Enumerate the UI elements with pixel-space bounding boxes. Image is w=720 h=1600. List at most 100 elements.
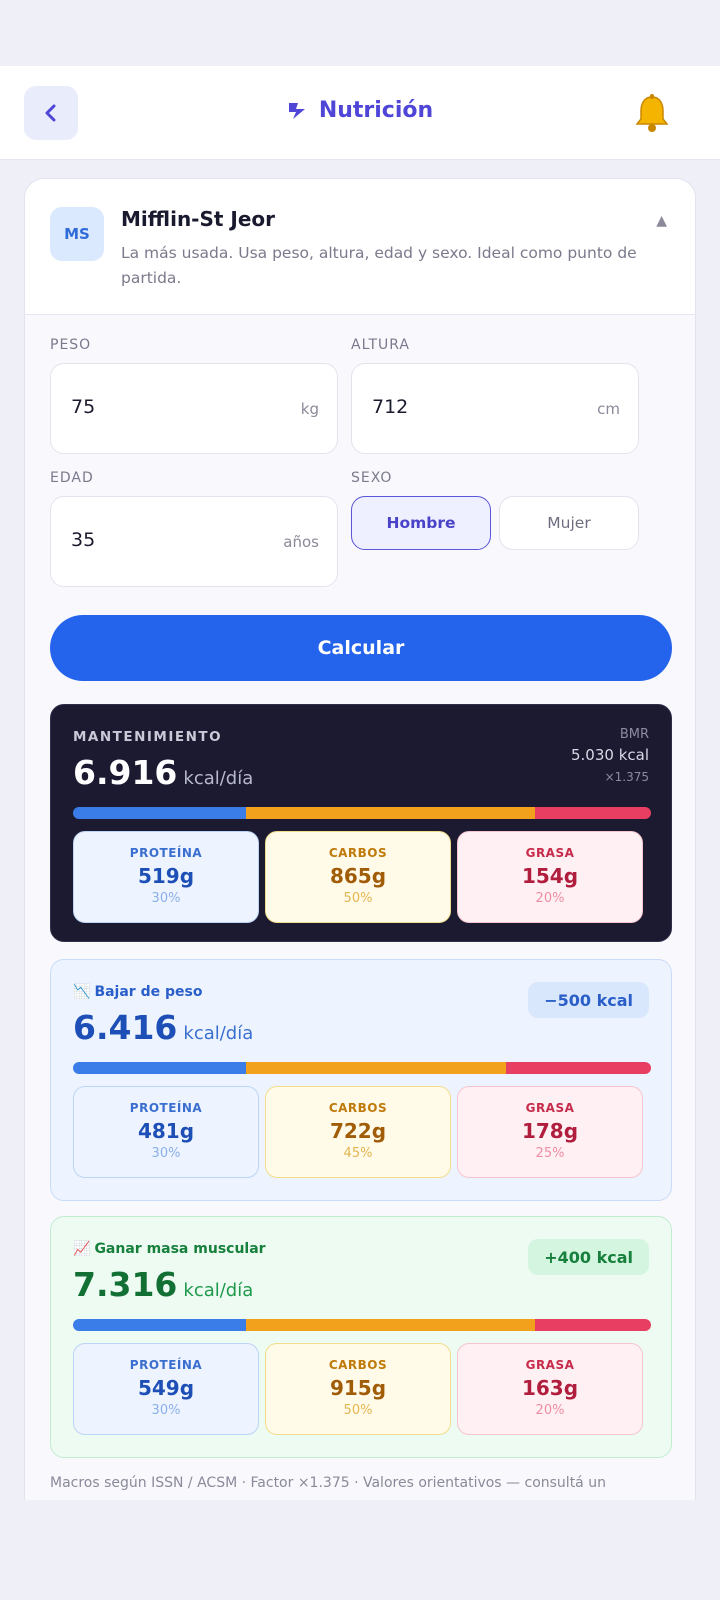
macro-card-protein: PROTEÍNA 549g 30%	[73, 1343, 259, 1435]
maintenance-kcal: 6.916 kcal/día	[73, 753, 253, 792]
macro-card-carbs: CARBOS 865g 50%	[265, 831, 451, 923]
bmr-label: BMR	[619, 727, 649, 742]
maintenance-result: MANTENIMIENTO 6.916 kcal/día BMR 5.030 kc…	[50, 704, 672, 942]
macro-percent: 30%	[151, 891, 181, 906]
bmr-info: BMR 5.030 kcal ×1.375	[571, 727, 649, 784]
lose-weight-label-text: Bajar de peso	[94, 984, 203, 1000]
calculate-button[interactable]: Calcular	[50, 615, 672, 681]
macro-card-fat: GRASA 178g 25%	[457, 1086, 643, 1178]
maintenance-kcal-unit: kcal/día	[183, 768, 254, 789]
macro-bar-carbs	[246, 1319, 536, 1331]
formula-header[interactable]: MS Mifflin-St Jeor La más usada. Usa pes…	[25, 179, 695, 315]
macro-grams: 722g	[329, 1119, 387, 1143]
gain-muscle-kcal-value: 7.316	[73, 1265, 178, 1304]
page-title-text: Nutrición	[318, 98, 434, 123]
peso-unit: kg	[300, 400, 319, 418]
macro-name: CARBOS	[328, 1101, 388, 1115]
macro-bar-carbs	[246, 807, 536, 819]
macro-bar-fat	[535, 1319, 651, 1331]
collapse-icon[interactable]: ▲	[656, 213, 667, 229]
calculator-card: MS Mifflin-St Jeor La más usada. Usa pes…	[24, 178, 696, 1500]
altura-value: 712	[372, 396, 409, 418]
bolt-icon	[288, 102, 305, 119]
macro-name: GRASA	[525, 1358, 575, 1372]
macro-bar	[73, 807, 651, 819]
peso-input[interactable]: 75 kg	[50, 363, 338, 454]
macro-percent: 20%	[535, 891, 565, 906]
altura-unit: cm	[597, 400, 620, 418]
edad-input[interactable]: 35 años	[50, 496, 338, 587]
macro-card-fat: GRASA 163g 20%	[457, 1343, 643, 1435]
chart-up-icon: 📈	[73, 1241, 91, 1257]
formula-badge: MS	[50, 207, 104, 261]
macro-bar-fat	[506, 1062, 651, 1074]
macro-grams: 154g	[521, 864, 579, 888]
altura-input[interactable]: 712 cm	[351, 363, 639, 454]
formula-name: Mifflin-St Jeor	[121, 207, 276, 231]
peso-value: 75	[71, 396, 96, 418]
macro-bar	[73, 1062, 651, 1074]
top-app-bar: Nutrición	[0, 66, 720, 160]
page-title: Nutrición	[0, 98, 720, 123]
macro-card-carbs: CARBOS 722g 45%	[265, 1086, 451, 1178]
macro-percent: 45%	[343, 1146, 373, 1161]
sexo-option-hombre[interactable]: Hombre	[351, 496, 491, 550]
macro-name: GRASA	[525, 1101, 575, 1115]
macro-grams: 481g	[137, 1119, 195, 1143]
macro-grams: 549g	[137, 1376, 195, 1400]
macro-grams: 865g	[329, 864, 387, 888]
bell-icon[interactable]	[634, 94, 670, 134]
macro-percent: 25%	[535, 1146, 565, 1161]
bmr-value: 5.030 kcal	[570, 746, 649, 764]
gain-muscle-label: 📈 Ganar masa muscular	[73, 1241, 266, 1257]
lose-weight-kcal-value: 6.416	[73, 1008, 178, 1047]
peso-label: PESO	[50, 337, 92, 353]
macro-bar-protein	[73, 807, 247, 819]
footnote: Macros según ISSN / ACSM · Factor ×1.375…	[50, 1475, 606, 1491]
edad-value: 35	[71, 529, 96, 551]
lose-weight-result: 📉 Bajar de peso 6.416 kcal/día −500 kcal P…	[50, 959, 672, 1201]
macro-name: PROTEÍNA	[129, 846, 203, 860]
activity-factor: ×1.375	[604, 770, 649, 784]
macro-grams: 178g	[521, 1119, 579, 1143]
macro-name: PROTEÍNA	[129, 1358, 203, 1372]
macro-percent: 30%	[151, 1403, 181, 1418]
maintenance-kcal-value: 6.916	[73, 753, 178, 792]
lose-weight-delta-badge: −500 kcal	[528, 982, 649, 1018]
lose-weight-kcal: 6.416 kcal/día	[73, 1008, 253, 1047]
chart-down-icon: 📉	[73, 984, 91, 1000]
macro-bar-protein	[73, 1062, 247, 1074]
macro-percent: 50%	[343, 1403, 373, 1418]
macro-card-carbs: CARBOS 915g 50%	[265, 1343, 451, 1435]
macro-name: CARBOS	[328, 1358, 388, 1372]
altura-label: ALTURA	[351, 337, 410, 353]
gain-muscle-kcal-unit: kcal/día	[183, 1280, 254, 1301]
sexo-label: SEXO	[351, 470, 393, 486]
macro-bar-carbs	[246, 1062, 507, 1074]
macro-card-fat: GRASA 154g 20%	[457, 831, 643, 923]
edad-label: EDAD	[50, 470, 94, 486]
macro-card-protein: PROTEÍNA 519g 30%	[73, 831, 259, 923]
macro-bar	[73, 1319, 651, 1331]
macro-name: GRASA	[525, 846, 575, 860]
macro-name: PROTEÍNA	[129, 1101, 203, 1115]
lose-weight-label: 📉 Bajar de peso	[73, 984, 202, 1000]
formula-description: La más usada. Usa peso, altura, edad y s…	[121, 244, 637, 287]
macro-percent: 20%	[535, 1403, 565, 1418]
macro-bar-protein	[73, 1319, 247, 1331]
edad-unit: años	[283, 533, 319, 551]
macro-percent: 50%	[343, 891, 373, 906]
macro-percent: 30%	[151, 1146, 181, 1161]
macro-grams: 163g	[521, 1376, 579, 1400]
macro-card-protein: PROTEÍNA 481g 30%	[73, 1086, 259, 1178]
maintenance-label: MANTENIMIENTO	[73, 729, 223, 745]
gain-muscle-delta-badge: +400 kcal	[528, 1239, 649, 1275]
gain-muscle-kcal: 7.316 kcal/día	[73, 1265, 253, 1304]
macro-grams: 915g	[329, 1376, 387, 1400]
gain-muscle-label-text: Ganar masa muscular	[94, 1241, 266, 1257]
macro-bar-fat	[535, 807, 651, 819]
gain-muscle-result: 📈 Ganar masa muscular 7.316 kcal/día +400 …	[50, 1216, 672, 1458]
macro-name: CARBOS	[328, 846, 388, 860]
macro-grams: 519g	[137, 864, 195, 888]
sexo-option-mujer[interactable]: Mujer	[499, 496, 639, 550]
